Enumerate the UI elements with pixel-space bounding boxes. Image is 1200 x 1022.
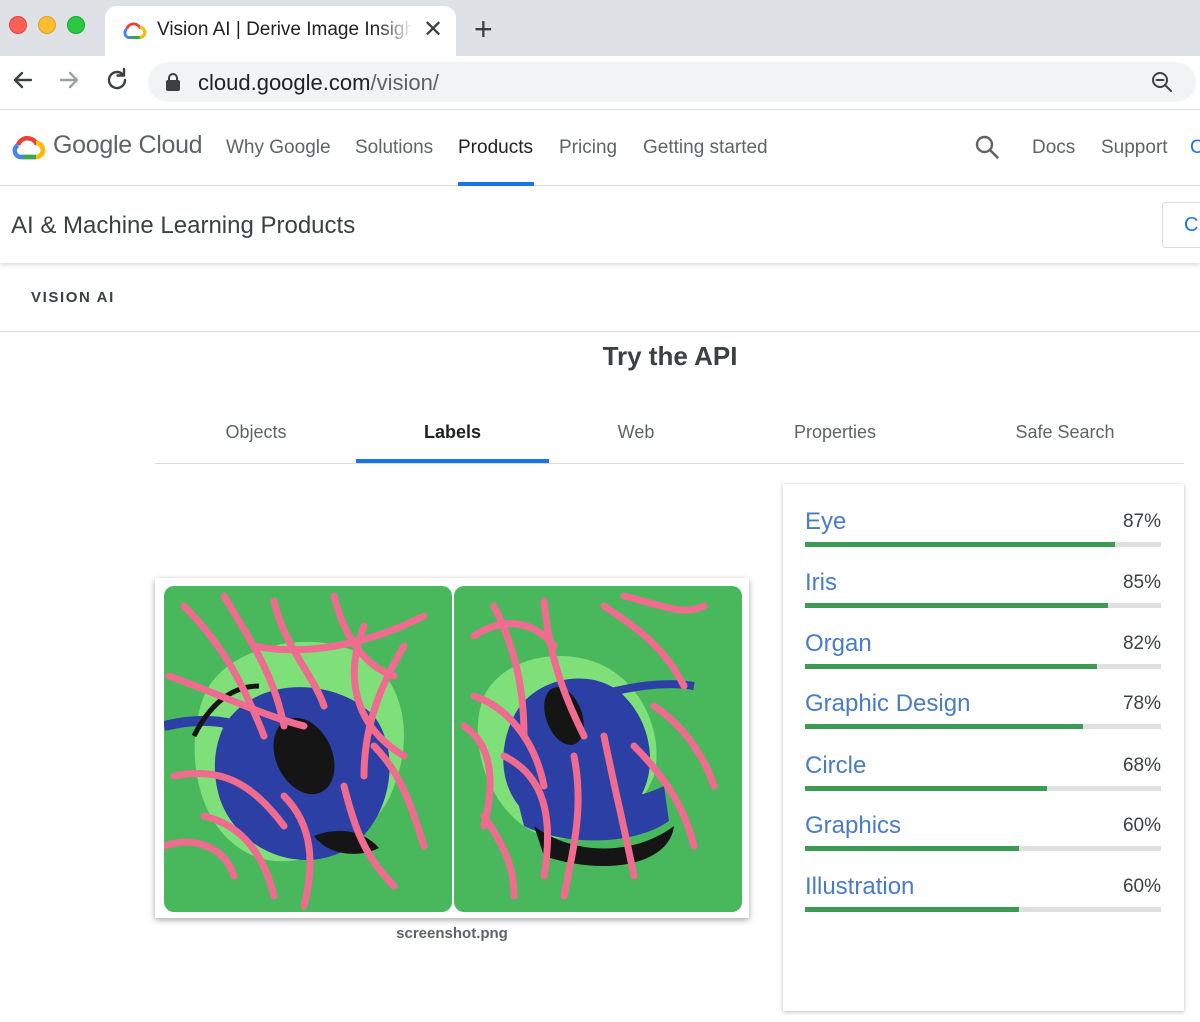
- url-path: /vision/: [370, 70, 439, 95]
- uploaded-image: [164, 586, 742, 912]
- confidence-bar-track: [805, 724, 1161, 729]
- tab-safe-search[interactable]: Safe Search: [995, 422, 1135, 443]
- tab-web[interactable]: Web: [596, 422, 676, 443]
- label-results-panel: Eye 87% Iris 85% Organ 82% Graphic Design 78% Ci…: [783, 484, 1184, 1011]
- url-text: cloud.google.com/vision/: [198, 70, 439, 96]
- browser-tab-active[interactable]: Vision AI | Derive Image Insights via ML…: [105, 6, 456, 56]
- demo-title: Try the API: [602, 341, 738, 371]
- tab-objects[interactable]: Objects: [205, 422, 307, 443]
- new-tab-button[interactable]: +: [474, 12, 493, 46]
- label-result-score: 68%: [1122, 755, 1161, 776]
- forward-arrow-icon[interactable]: [55, 66, 83, 94]
- tab-active-indicator: [356, 459, 549, 463]
- label-result-item[interactable]: Graphic Design 78%: [805, 690, 1161, 730]
- label-result-name[interactable]: Graphic Design: [805, 690, 970, 718]
- minimize-window-button[interactable]: [38, 16, 56, 34]
- confidence-bar-fill: [805, 846, 1019, 851]
- nav-pricing[interactable]: Pricing: [559, 137, 617, 159]
- browser-toolbar: cloud.google.com/vision/: [0, 56, 1200, 110]
- label-result-score: 60%: [1122, 815, 1161, 836]
- confidence-bar-track: [805, 786, 1161, 791]
- google-cloud-brand[interactable]: Google Cloud: [53, 131, 203, 160]
- back-arrow-icon[interactable]: [9, 66, 37, 94]
- confidence-bar-track: [805, 846, 1161, 851]
- label-result-score: 82%: [1122, 633, 1161, 654]
- uploaded-image-card: [155, 578, 749, 918]
- left-artwork-panel: [164, 586, 452, 912]
- search-icon[interactable]: [974, 134, 1000, 160]
- browser-tab-bar: Vision AI | Derive Image Insights via ML…: [0, 0, 1200, 56]
- confidence-bar-fill: [805, 724, 1083, 729]
- label-result-item[interactable]: Iris 85%: [805, 569, 1161, 609]
- contact-button-label: C: [1184, 214, 1199, 236]
- confidence-bar-track: [805, 907, 1161, 912]
- confidence-bar-fill: [805, 907, 1019, 912]
- confidence-bar-fill: [805, 786, 1048, 791]
- lock-icon: [166, 73, 180, 91]
- section-label: VISION AI: [31, 289, 115, 306]
- confidence-bar-fill: [805, 664, 1097, 669]
- tab-properties[interactable]: Properties: [770, 422, 900, 443]
- divider: [0, 331, 1200, 332]
- product-subheader: AI & Machine Learning Products C: [0, 187, 1200, 263]
- site-header: Google Cloud Why Google Solutions Produc…: [0, 110, 1200, 186]
- confidence-bar-track: [805, 603, 1161, 608]
- address-bar[interactable]: cloud.google.com/vision/: [148, 62, 1196, 102]
- tab-labels[interactable]: Labels: [356, 422, 549, 443]
- console-link[interactable]: C: [1190, 137, 1200, 159]
- contact-button[interactable]: C: [1162, 202, 1200, 248]
- label-result-item[interactable]: Illustration 60%: [805, 873, 1161, 913]
- product-category-title: AI & Machine Learning Products: [11, 212, 356, 239]
- browser-tab-title: Vision AI | Derive Image Insights via ML: [157, 19, 413, 41]
- label-result-item[interactable]: Eye 87%: [805, 508, 1161, 548]
- label-result-name[interactable]: Circle: [805, 752, 866, 780]
- right-artwork-panel: [454, 586, 742, 912]
- label-result-item[interactable]: Organ 82%: [805, 630, 1161, 670]
- nav-active-indicator: [458, 182, 534, 186]
- google-cloud-favicon-icon: [123, 22, 147, 39]
- docs-link[interactable]: Docs: [1032, 137, 1075, 159]
- label-result-score: 85%: [1122, 572, 1161, 593]
- confidence-bar-fill: [805, 603, 1108, 608]
- url-host: cloud.google.com: [198, 70, 371, 95]
- label-result-score: 60%: [1122, 876, 1161, 897]
- confidence-bar-track: [805, 664, 1161, 669]
- nav-why-google[interactable]: Why Google: [226, 137, 331, 159]
- close-tab-icon[interactable]: ✕: [423, 17, 443, 43]
- maximize-window-button[interactable]: [67, 16, 85, 34]
- tabs-divider: [155, 463, 1184, 464]
- reload-icon[interactable]: [103, 66, 131, 94]
- label-result-name[interactable]: Graphics: [805, 812, 901, 840]
- nav-solutions[interactable]: Solutions: [355, 137, 433, 159]
- confidence-bar-track: [805, 542, 1161, 547]
- label-result-name[interactable]: Illustration: [805, 873, 914, 901]
- label-result-item[interactable]: Graphics 60%: [805, 812, 1161, 852]
- label-result-score: 78%: [1122, 693, 1161, 714]
- image-filename: screenshot.png: [396, 925, 508, 942]
- google-cloud-logo-icon[interactable]: [10, 132, 46, 162]
- support-link[interactable]: Support: [1101, 137, 1168, 159]
- nav-products[interactable]: Products: [458, 137, 533, 159]
- label-result-name[interactable]: Eye: [805, 508, 846, 536]
- close-window-button[interactable]: [9, 16, 27, 34]
- confidence-bar-fill: [805, 542, 1115, 547]
- label-result-name[interactable]: Iris: [805, 569, 837, 597]
- nav-getting-started[interactable]: Getting started: [643, 137, 768, 159]
- label-result-score: 87%: [1122, 511, 1161, 532]
- zoom-out-icon[interactable]: [1150, 70, 1174, 94]
- label-result-item[interactable]: Circle 68%: [805, 752, 1161, 792]
- label-result-name[interactable]: Organ: [805, 630, 872, 658]
